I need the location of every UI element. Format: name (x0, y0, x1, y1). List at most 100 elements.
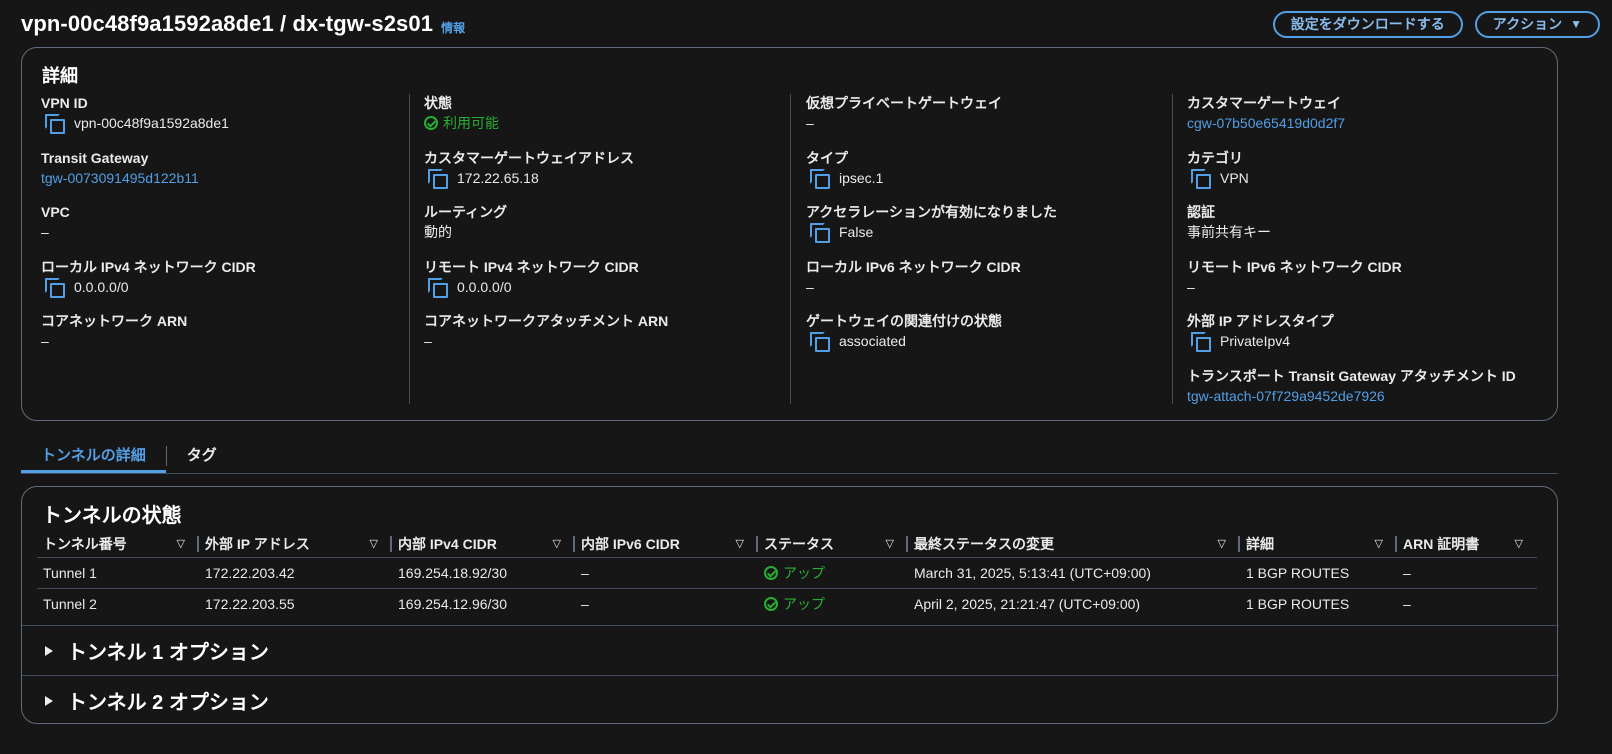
details-column-1: VPN ID vpn-00c48f9a1592a8de1 Transit Gat… (41, 94, 411, 367)
customer-gateway-link[interactable]: cgw-07b50e65419d0d2f7 (1187, 113, 1557, 133)
transit-gateway-link[interactable]: tgw-0073091495d122b11 (41, 168, 411, 188)
caret-down-icon[interactable]: ▽ (177, 537, 185, 550)
kv-category: カテゴリ VPN (1187, 149, 1557, 204)
caret-right-icon (45, 645, 53, 656)
kv-label: 外部 IP アドレスタイプ (1187, 313, 1334, 329)
kv-label: ルーティング (424, 204, 508, 220)
column-header-inside-ipv4-cidr[interactable]: 内部 IPv4 CIDR ▽ (392, 531, 575, 558)
copy-icon[interactable] (810, 168, 830, 189)
column-header-label: ARN 証明書 (1403, 535, 1480, 552)
kv-vpc: VPC – (41, 203, 411, 258)
tabs: トンネルの詳細 タグ (21, 440, 1558, 474)
kv-label: ローカル IPv4 ネットワーク CIDR (41, 258, 256, 275)
table-cell: Tunnel 2 (43, 595, 97, 612)
table-cell: 172.22.203.55 (205, 595, 295, 612)
column-divider (409, 94, 410, 404)
caret-down-icon[interactable]: ▽ (1515, 537, 1523, 550)
caret-down-icon[interactable]: ▽ (886, 537, 894, 550)
check-circle-icon (764, 596, 778, 611)
kv-label: ローカル IPv6 ネットワーク CIDR (806, 258, 1021, 275)
kv-label: 認証 (1187, 204, 1215, 220)
expander-label: トンネル 1 オプション (67, 642, 269, 664)
caret-down-icon[interactable]: ▽ (736, 537, 744, 550)
actions-dropdown-button[interactable]: アクション ▼ (1474, 10, 1600, 38)
details-column-2: 状態 利用可能 カスタマーゲートウェイアドレス 172.22.65.18 ルーテ… (424, 94, 794, 367)
table-cell: Tunnel 1 (37, 557, 199, 589)
column-header-last-status-change[interactable]: 最終ステータスの変更 ▽ (908, 531, 1240, 558)
table-row: Tunnel 1 172.22.203.42 169.254.18.92/30 … (37, 557, 1537, 589)
copy-icon[interactable] (428, 277, 448, 298)
caret-down-icon[interactable]: ▽ (553, 537, 561, 550)
transport-attachment-link[interactable]: tgw-attach-07f729a9452de7926 (1187, 386, 1557, 406)
kv-transport-attachment-id: トランスポート Transit Gateway アタッチメント ID tgw-a… (1187, 367, 1557, 422)
column-header-label: 外部 IP アドレス (205, 535, 310, 552)
copy-icon[interactable] (1191, 168, 1211, 189)
column-header-label: 内部 IPv6 CIDR (581, 535, 680, 552)
status-badge: アップ (764, 563, 902, 583)
details-container: 詳細 VPN ID vpn-00c48f9a1592a8de1 Transit … (21, 47, 1558, 421)
customer-gateway-address-value: 172.22.65.18 (457, 169, 539, 186)
kv-value: 動的 (424, 224, 452, 240)
copy-icon[interactable] (1191, 332, 1211, 352)
kv-local-ipv6-cidr: ローカル IPv6 ネットワーク CIDR – (806, 258, 1176, 313)
kv-value: False (806, 222, 1176, 243)
remote-ipv4-cidr-value: 0.0.0.0/0 (457, 278, 512, 295)
kv-label: リモート IPv6 ネットワーク CIDR (1187, 258, 1402, 275)
tunnel-table: トンネル番号 ▽ 外部 IP アドレス ▽ 内部 IPv4 CIDR ▽ 内部 IPv… (37, 531, 1537, 619)
caret-down-icon[interactable]: ▽ (370, 537, 378, 550)
copy-icon[interactable] (810, 223, 830, 243)
tunnel-state-container: トンネルの状態 トンネル番号 ▽ 外部 IP アドレス ▽ 内部 IPv4 CIDR… (21, 486, 1559, 725)
tunnel-2-options-expander[interactable]: トンネル 2 オプション (22, 675, 1559, 725)
tunnel-1-options-expander[interactable]: トンネル 1 オプション (22, 625, 1559, 675)
state-text: 利用可能 (443, 115, 499, 131)
actions-label: アクション (1492, 16, 1563, 32)
column-header-status[interactable]: ステータス ▽ (758, 531, 908, 558)
kv-core-network-arn: コアネットワーク ARN – (41, 312, 411, 367)
copy-icon[interactable] (45, 277, 65, 298)
kv-acceleration-enabled: アクセラレーションが有効になりました False (806, 203, 1176, 258)
kv-label: カスタマーゲートウェイアドレス (424, 149, 634, 166)
kv-label: コアネットワークアタッチメント ARN (424, 313, 669, 329)
table-cell: アップ (758, 588, 908, 619)
table-cell: 169.254.18.92/30 (392, 557, 575, 589)
caret-down-icon[interactable]: ▽ (1375, 537, 1383, 550)
expander-label: トンネル 2 オプション (67, 692, 269, 714)
kv-label: タイプ (806, 149, 848, 166)
column-divider (790, 94, 791, 404)
association-state-value: associated (839, 333, 906, 349)
kv-remote-ipv4-cidr: リモート IPv4 ネットワーク CIDR 0.0.0.0/0 (424, 258, 794, 313)
kv-label: ゲートウェイの関連付けの状態 (806, 313, 1002, 329)
kv-label: カスタマーゲートウェイ (1187, 95, 1341, 111)
copy-icon[interactable] (428, 168, 448, 189)
table-header-row: トンネル番号 ▽ 外部 IP アドレス ▽ 内部 IPv4 CIDR ▽ 内部 IPv… (37, 531, 1537, 558)
column-header-tunnel-number[interactable]: トンネル番号 ▽ (37, 531, 199, 558)
download-config-button[interactable]: 設定をダウンロードする (1272, 10, 1463, 38)
details-column-4: カスタマーゲートウェイ cgw-07b50e65419d0d2f7 カテゴリ V… (1187, 94, 1557, 421)
table-cell: アップ (758, 557, 908, 589)
kv-value: VPN (1187, 168, 1557, 189)
status-badge: アップ (764, 594, 902, 614)
tab-tags[interactable]: タグ (167, 440, 237, 473)
category-value: VPN (1220, 169, 1249, 186)
tunnel-state-title: トンネルの状態 (42, 505, 182, 527)
kv-label: アクセラレーションが有効になりました (806, 204, 1058, 220)
column-header-arn-certificate[interactable]: ARN 証明書 ▽ (1397, 531, 1537, 558)
details-column-3: 仮想プライベートゲートウェイ – タイプ ipsec.1 アクセラレーションが有… (806, 94, 1176, 367)
column-header-label: 最終ステータスの変更 (914, 535, 1054, 552)
check-circle-icon (424, 116, 438, 130)
table-row: Tunnel 2 172.22.203.55 169.254.12.96/30 … (37, 588, 1537, 619)
caret-down-icon[interactable]: ▽ (1218, 537, 1226, 550)
column-header-inside-ipv6-cidr[interactable]: 内部 IPv6 CIDR ▽ (575, 531, 758, 558)
column-header-details[interactable]: 詳細 ▽ (1240, 531, 1397, 558)
kv-authentication: 認証 事前共有キー (1187, 203, 1557, 258)
acceleration-value: False (839, 224, 874, 240)
header-actions: 設定をダウンロードする アクション ▼ (1272, 10, 1600, 38)
kv-value: 0.0.0.0/0 (424, 277, 794, 298)
column-header-outside-ip[interactable]: 外部 IP アドレス ▽ (199, 531, 392, 558)
column-header-label: ステータス (764, 535, 834, 552)
table-cell: 1 BGP ROUTES (1246, 595, 1350, 612)
copy-icon[interactable] (45, 114, 65, 134)
info-link[interactable]: 情報 (441, 19, 465, 36)
copy-icon[interactable] (810, 332, 830, 352)
tab-tunnel-details[interactable]: トンネルの詳細 (21, 440, 166, 473)
